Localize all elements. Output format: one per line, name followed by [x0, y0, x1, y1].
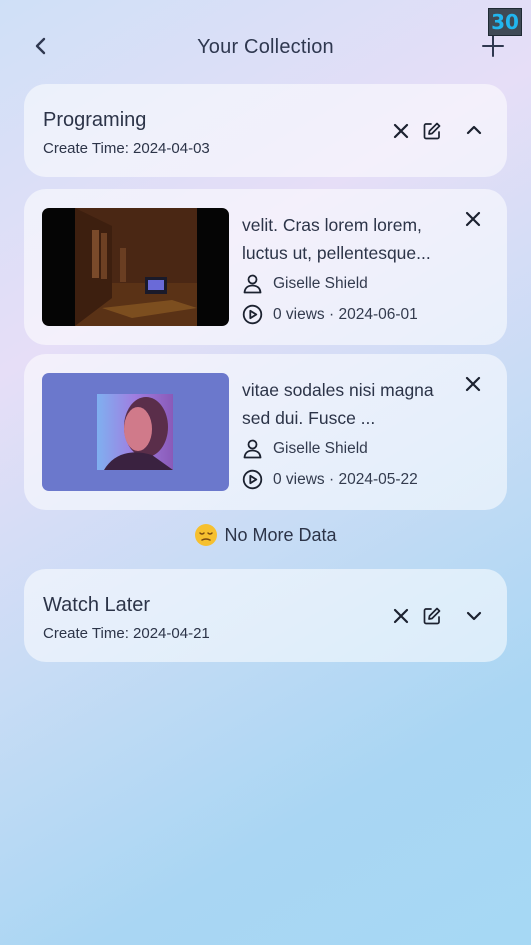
user-icon	[243, 439, 262, 459]
edit-icon	[423, 607, 441, 625]
remove-video-button[interactable]	[461, 372, 485, 396]
video-stats: 0 views · 2024-05-22	[273, 470, 418, 488]
disappointed-face-icon	[195, 524, 218, 546]
close-icon	[465, 376, 481, 392]
close-icon	[465, 211, 481, 227]
user-icon	[243, 274, 262, 294]
collection-create-time: Create Time: 2024-04-21	[43, 625, 210, 642]
fps-counter: 30	[488, 8, 522, 36]
play-circle-icon	[242, 469, 263, 490]
close-icon	[393, 123, 409, 139]
close-icon	[393, 608, 409, 624]
collection-name: Programing	[43, 109, 147, 131]
add-collection-button[interactable]	[480, 33, 506, 59]
expand-collection-button[interactable]	[462, 604, 486, 628]
collection-name: Watch Later	[43, 594, 151, 616]
chevron-up-icon	[466, 125, 482, 135]
collection-card-programing[interactable]: Programing Create Time: 2024-04-03	[24, 84, 507, 177]
video-stats-row: 0 views · 2024-06-01	[242, 304, 418, 325]
video-stats: 0 views · 2024-06-01	[273, 305, 418, 323]
video-title[interactable]: vitae sodales nisi magna sed dui. Fusce …	[242, 376, 450, 432]
video-title[interactable]: velit. Cras lorem lorem, luctus ut, pell…	[242, 211, 450, 267]
edit-collection-button[interactable]	[420, 119, 444, 143]
video-thumbnail[interactable]	[42, 373, 229, 491]
video-author: Giselle Shield	[273, 274, 368, 292]
remove-video-button[interactable]	[461, 207, 485, 231]
page-title: Your Collection	[197, 36, 334, 58]
video-thumbnail[interactable]	[42, 208, 229, 326]
plus-icon	[482, 35, 504, 57]
no-more-data-text: No More Data	[224, 524, 337, 545]
list-end-message: No More Data	[0, 523, 531, 547]
video-stats-row: 0 views · 2024-05-22	[242, 469, 418, 490]
play-circle-icon	[242, 304, 263, 325]
portrait-thumbnail-image	[42, 373, 229, 491]
video-author: Giselle Shield	[273, 439, 368, 457]
collapse-collection-button[interactable]	[462, 118, 486, 142]
video-author-row: Giselle Shield	[242, 438, 368, 459]
delete-collection-button[interactable]	[389, 119, 413, 143]
chevron-down-icon	[466, 611, 482, 621]
video-author-row: Giselle Shield	[242, 273, 368, 294]
video-item[interactable]: vitae sodales nisi magna sed dui. Fusce …	[24, 354, 507, 510]
collection-card-watch-later[interactable]: Watch Later Create Time: 2024-04-21	[24, 569, 507, 662]
edit-collection-button[interactable]	[420, 604, 444, 628]
edit-icon	[423, 122, 441, 140]
collection-create-time: Create Time: 2024-04-03	[43, 140, 210, 157]
delete-collection-button[interactable]	[389, 604, 413, 628]
app-header: Your Collection	[0, 0, 531, 96]
video-item[interactable]: velit. Cras lorem lorem, luctus ut, pell…	[24, 189, 507, 345]
room-thumbnail-image	[42, 208, 229, 326]
